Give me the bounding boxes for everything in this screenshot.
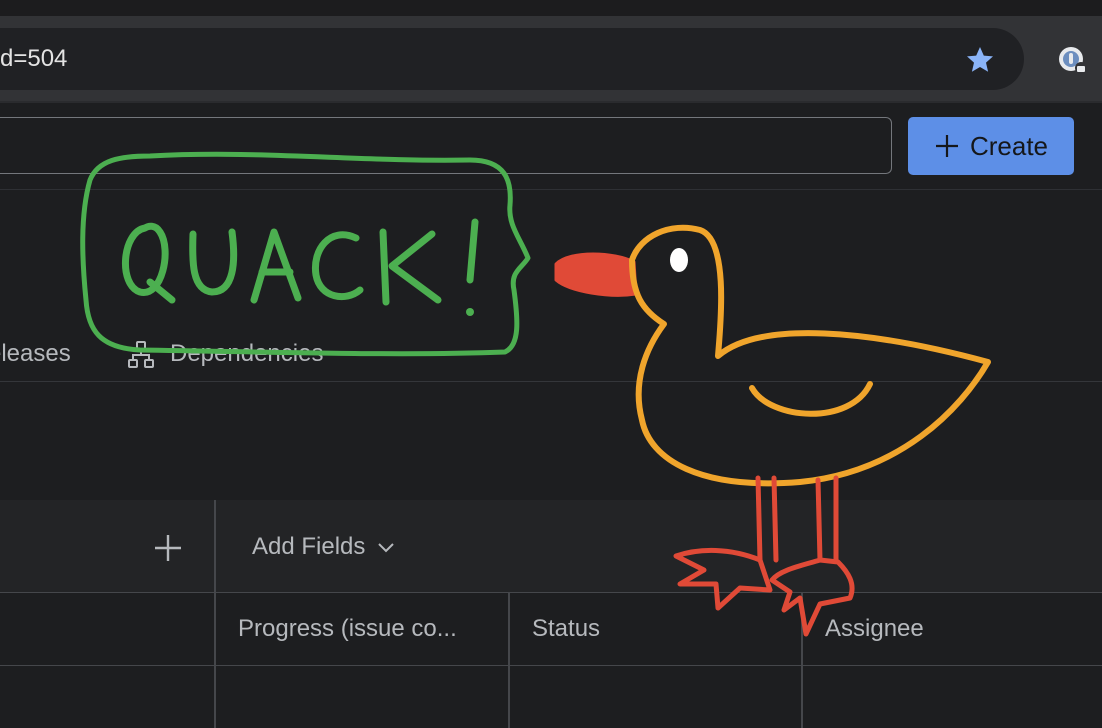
- column-header-progress[interactable]: Progress (issue co...: [238, 612, 457, 646]
- duck-beak: [554, 252, 638, 297]
- dependencies-icon: [128, 341, 154, 368]
- duck-wing: [749, 381, 873, 417]
- jira-page: d=504 Create eleases Dependencies: [0, 0, 1102, 728]
- column-header-status[interactable]: Status: [532, 612, 600, 646]
- column-divider: [801, 592, 803, 728]
- create-button-label: Create: [969, 130, 1049, 161]
- duck-eye: [670, 248, 688, 272]
- tab-releases-label: eleases: [0, 340, 71, 367]
- column-divider: [214, 500, 216, 728]
- header-divider: [0, 189, 1102, 190]
- tab-dependencies[interactable]: Dependencies: [126, 336, 323, 372]
- add-column-button[interactable]: [150, 530, 186, 566]
- tabs-divider: [0, 381, 1102, 382]
- search-input[interactable]: [0, 117, 892, 174]
- table-row[interactable]: [0, 666, 1102, 728]
- chevron-down-icon: [378, 543, 395, 553]
- quack-text-dot: [466, 308, 474, 316]
- column-divider: [508, 592, 510, 728]
- toolbar-divider: [0, 101, 1102, 103]
- quack-text: [122, 218, 479, 306]
- address-bar[interactable]: [0, 28, 1024, 90]
- add-fields-label: Add Fields: [252, 533, 366, 560]
- add-fields-dropdown[interactable]: Add Fields: [252, 530, 395, 564]
- star-icon[interactable]: [964, 44, 996, 76]
- speech-bubble: [80, 151, 531, 357]
- plus-icon: [935, 135, 958, 157]
- extension-icon[interactable]: [1056, 44, 1090, 78]
- create-button[interactable]: Create: [908, 117, 1074, 175]
- tab-dependencies-label: Dependencies: [170, 340, 324, 367]
- duck-body: [629, 224, 991, 487]
- address-url-text[interactable]: d=504: [0, 44, 67, 74]
- column-header-assignee[interactable]: Assignee: [825, 612, 924, 646]
- browser-tab-strip: [0, 0, 1102, 16]
- tab-releases[interactable]: eleases: [0, 336, 71, 372]
